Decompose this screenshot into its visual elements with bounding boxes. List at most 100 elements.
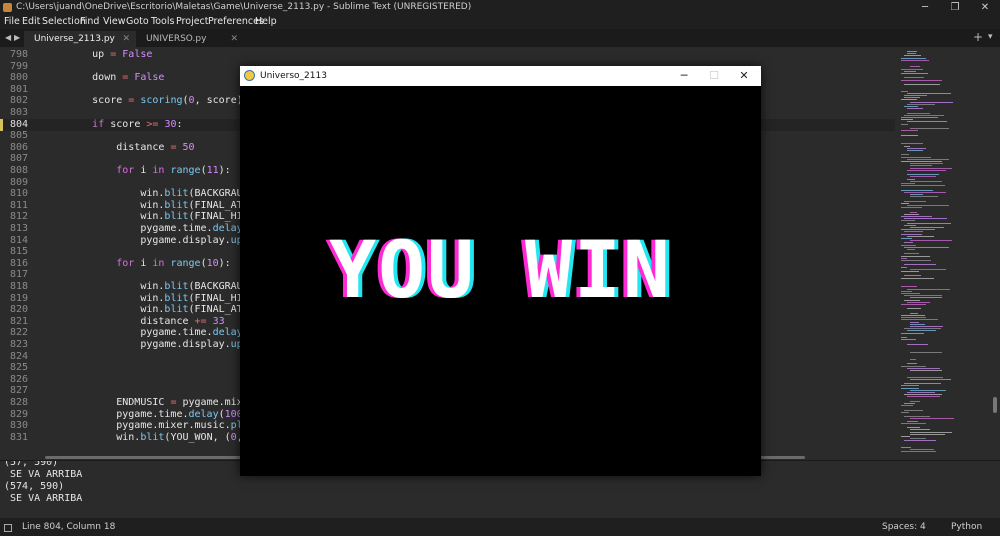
- code-token: win.: [44, 281, 165, 292]
- cursor-position[interactable]: Line 804, Column 18: [22, 518, 115, 536]
- minimap-stroke: [901, 99, 917, 101]
- minimap-stroke: [901, 290, 912, 292]
- minimap-stroke: [907, 330, 936, 332]
- code-token: :: [176, 118, 183, 130]
- minimap-stroke: [910, 321, 919, 323]
- minimap-stroke: [910, 418, 954, 420]
- minimap-stroke: [904, 242, 913, 244]
- minimap-stroke: [910, 196, 938, 198]
- new-tab-icon[interactable]: +: [973, 30, 983, 44]
- tab-label: UNIVERSO.py: [146, 34, 207, 44]
- menu-edit[interactable]: Edit: [22, 15, 40, 29]
- minimap-stroke: [910, 165, 932, 167]
- minimap-stroke: [901, 332, 924, 334]
- minimap-stroke: [901, 271, 919, 272]
- minimap-stroke: [910, 268, 946, 270]
- nav-forward-icon[interactable]: ▶: [14, 33, 20, 42]
- minimap-stroke: [901, 304, 926, 305]
- minimap-stroke: [910, 163, 943, 165]
- minimap-stroke: [901, 216, 932, 217]
- line-number: 810: [9, 188, 28, 200]
- code-token: ):: [218, 257, 231, 269]
- game-minimize-button[interactable]: ─: [669, 66, 699, 86]
- minimap-stroke: [901, 365, 926, 367]
- syntax-setting[interactable]: Python: [951, 518, 982, 536]
- minimap-stroke: [904, 440, 936, 442]
- indentation-setting[interactable]: Spaces: 4: [882, 518, 926, 536]
- game-close-button[interactable]: ✕: [729, 66, 759, 86]
- minimap-stroke: [901, 119, 913, 121]
- minimap-stroke: [910, 240, 952, 242]
- nav-back-icon[interactable]: ◀: [5, 33, 11, 42]
- close-icon[interactable]: ✕: [230, 31, 238, 47]
- game-window[interactable]: Universo_2113 ─ ☐ ✕ YOU WIN: [240, 66, 761, 476]
- status-bar: Line 804, Column 18 Spaces: 4 Python: [0, 518, 1000, 536]
- minimap-stroke: [910, 438, 926, 440]
- close-icon[interactable]: ✕: [122, 31, 130, 47]
- line-number: 816: [9, 257, 28, 269]
- code-line: pygame.time.delay(321): [44, 223, 272, 235]
- you-win-message: YOU WIN: [329, 226, 672, 316]
- code-line: pygame.time.delay(1000): [44, 409, 255, 421]
- menu-goto[interactable]: Goto: [126, 15, 149, 29]
- minimap-stroke: [901, 405, 913, 407]
- menu-file[interactable]: File: [4, 15, 20, 29]
- close-button[interactable]: ✕: [970, 0, 1000, 15]
- minimap-stroke: [907, 396, 940, 398]
- minimap-stroke: [907, 367, 940, 369]
- menu-view[interactable]: View: [103, 15, 126, 29]
- line-number: 822: [9, 327, 28, 339]
- minimap-stroke: [910, 326, 943, 327]
- minimap-stroke: [910, 312, 918, 314]
- game-window-title-bar[interactable]: Universo_2113 ─ ☐ ✕: [240, 66, 761, 86]
- menu-tools[interactable]: Tools: [151, 15, 174, 29]
- panel-toggle-icon[interactable]: [4, 524, 12, 532]
- minimap[interactable]: [895, 47, 990, 460]
- tab-universo[interactable]: UNIVERSO.py ✕: [136, 31, 244, 47]
- minimap-stroke: [907, 169, 946, 171]
- minimize-button[interactable]: ─: [910, 0, 940, 15]
- minimap-stroke: [904, 213, 919, 215]
- maximize-button[interactable]: ❐: [940, 0, 970, 15]
- code-token: score: [44, 95, 129, 107]
- code-token: (YOU_WON, (: [164, 431, 231, 443]
- code-token: distance: [44, 315, 195, 327]
- minimap-stroke: [901, 57, 926, 59]
- vertical-scrollbar[interactable]: [990, 47, 1000, 460]
- code-token: down: [44, 72, 123, 84]
- minimap-stroke: [907, 343, 928, 345]
- sublime-app-icon: [3, 3, 12, 12]
- title-bar: C:\Users\juand\OneDrive\Escritorio\Malet…: [0, 0, 1000, 15]
- line-number: 818: [9, 281, 28, 292]
- code-line: if score >= 30:: [44, 118, 183, 131]
- minimap-stroke: [901, 411, 909, 413]
- code-line: up = False: [44, 49, 152, 61]
- minimap-stroke: [904, 295, 942, 297]
- minimap-stroke: [910, 389, 946, 391]
- minimap-stroke: [907, 235, 934, 237]
- minimap-stroke: [910, 400, 920, 402]
- line-number: 798: [9, 49, 28, 60]
- chevron-down-icon[interactable]: ▾: [988, 32, 993, 42]
- menu-help[interactable]: Help: [255, 15, 277, 29]
- minimap-stroke: [904, 95, 927, 96]
- line-number: 817: [9, 269, 28, 281]
- minimap-stroke: [907, 308, 921, 310]
- code-token: , score): [194, 95, 243, 107]
- code-token: win.: [44, 199, 165, 211]
- vertical-scroll-thumb[interactable]: [993, 397, 997, 413]
- code-token: blit: [140, 431, 165, 443]
- line-number: 826: [9, 373, 28, 385]
- minimap-stroke: [904, 224, 916, 226]
- menu-find[interactable]: Find: [80, 15, 99, 29]
- minimap-stroke: [901, 286, 917, 288]
- code-line: win.blit(YOU_WON, (0, 0)): [44, 432, 267, 444]
- minimap-stroke: [901, 161, 942, 162]
- minimap-stroke: [901, 143, 923, 145]
- minimap-stroke: [904, 383, 941, 385]
- tab-universe-2113[interactable]: Universe_2113.py ✕: [24, 31, 136, 47]
- minimap-stroke: [907, 249, 915, 250]
- menu-project[interactable]: Project: [176, 15, 209, 29]
